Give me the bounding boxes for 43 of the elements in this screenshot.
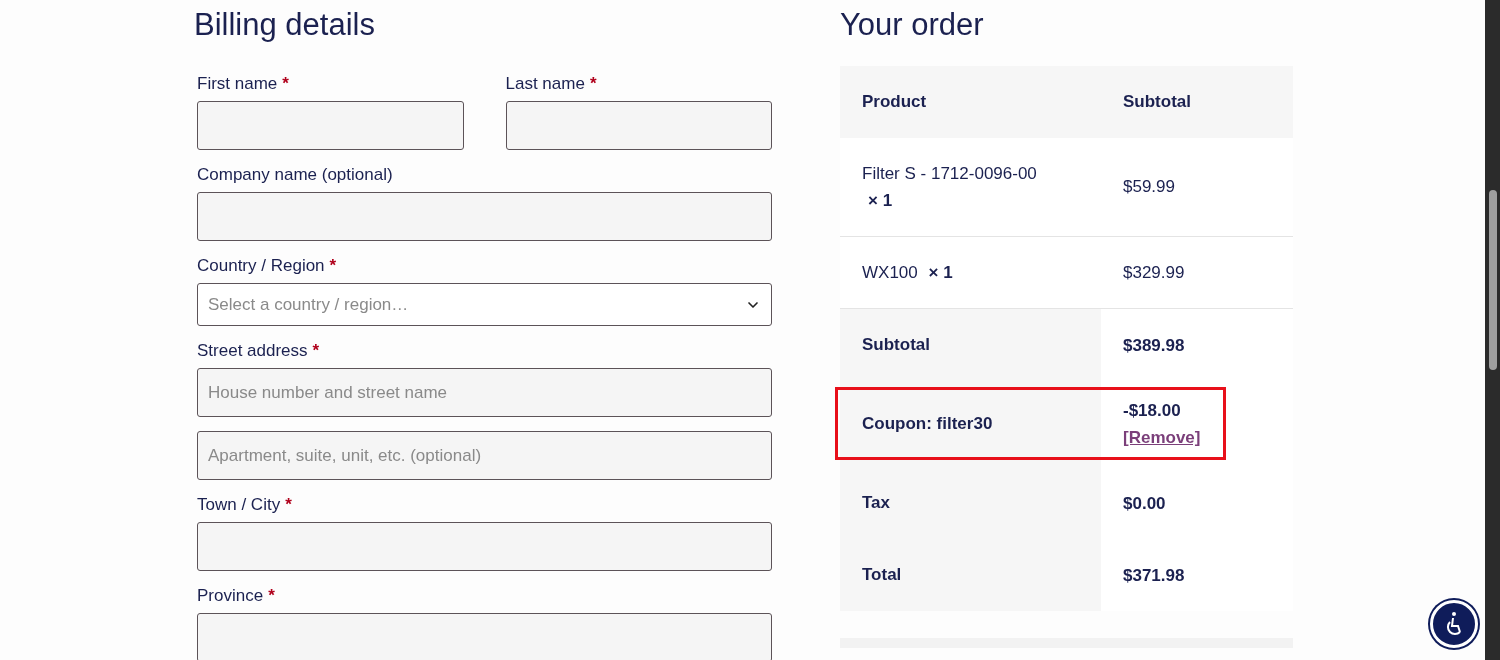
total-label: Tax xyxy=(862,492,891,515)
product-name: WX100 xyxy=(862,263,918,282)
input-field[interactable] xyxy=(197,101,464,150)
input-field[interactable]: Apartment, suite, unit, etc. (optional) xyxy=(197,431,772,480)
field-label: Company name (optional) xyxy=(197,165,393,184)
field-label: Town / City xyxy=(197,495,281,514)
total-label: Coupon: filter30 xyxy=(862,413,993,436)
required-asterisk: * xyxy=(282,74,289,93)
country-select[interactable]: Select a country / region… xyxy=(197,283,772,326)
input-field[interactable] xyxy=(505,101,772,150)
total-value: -$18.00 xyxy=(1123,400,1182,422)
product-name: Filter S - 1712-0096-00 xyxy=(862,164,1037,183)
field-label: First name xyxy=(197,74,278,93)
field-label: Province xyxy=(197,586,264,605)
total-label: Subtotal xyxy=(862,334,930,357)
total-label: Total xyxy=(862,564,902,587)
field-label: Street address xyxy=(197,341,308,360)
required-asterisk: * xyxy=(312,341,320,360)
total-value: $0.00 xyxy=(1123,492,1167,515)
select-placeholder: Select a country / region… xyxy=(208,293,409,316)
field-label: Country / Region xyxy=(197,256,325,275)
field-label: Last name xyxy=(505,74,585,93)
input-field[interactable] xyxy=(197,192,772,241)
total-value: $371.98 xyxy=(1123,564,1186,587)
table-cell-text: $329.99 xyxy=(1122,261,1185,284)
scrollbar-thumb[interactable] xyxy=(1488,190,1497,370)
required-asterisk: * xyxy=(589,74,597,93)
order-title: Your order xyxy=(840,6,985,44)
remove-link[interactable]: [Remove] xyxy=(1123,424,1293,451)
column-header: Subtotal xyxy=(1122,91,1191,114)
accessibility-button[interactable] xyxy=(1430,600,1478,648)
required-asterisk: * xyxy=(268,586,275,605)
table-cell-text: $59.99 xyxy=(1122,176,1175,199)
required-asterisk: * xyxy=(329,256,337,275)
required-asterisk: * xyxy=(285,495,292,514)
column-header: Product xyxy=(861,91,928,114)
input-field[interactable] xyxy=(197,613,772,660)
input-field[interactable]: House number and street name xyxy=(197,368,772,417)
billing-title: Billing details xyxy=(194,6,376,44)
total-value: $389.98 xyxy=(1123,334,1186,357)
product-quantity: × 1 xyxy=(868,191,893,210)
input-field[interactable] xyxy=(197,522,772,571)
product-quantity: × 1 xyxy=(928,263,953,282)
